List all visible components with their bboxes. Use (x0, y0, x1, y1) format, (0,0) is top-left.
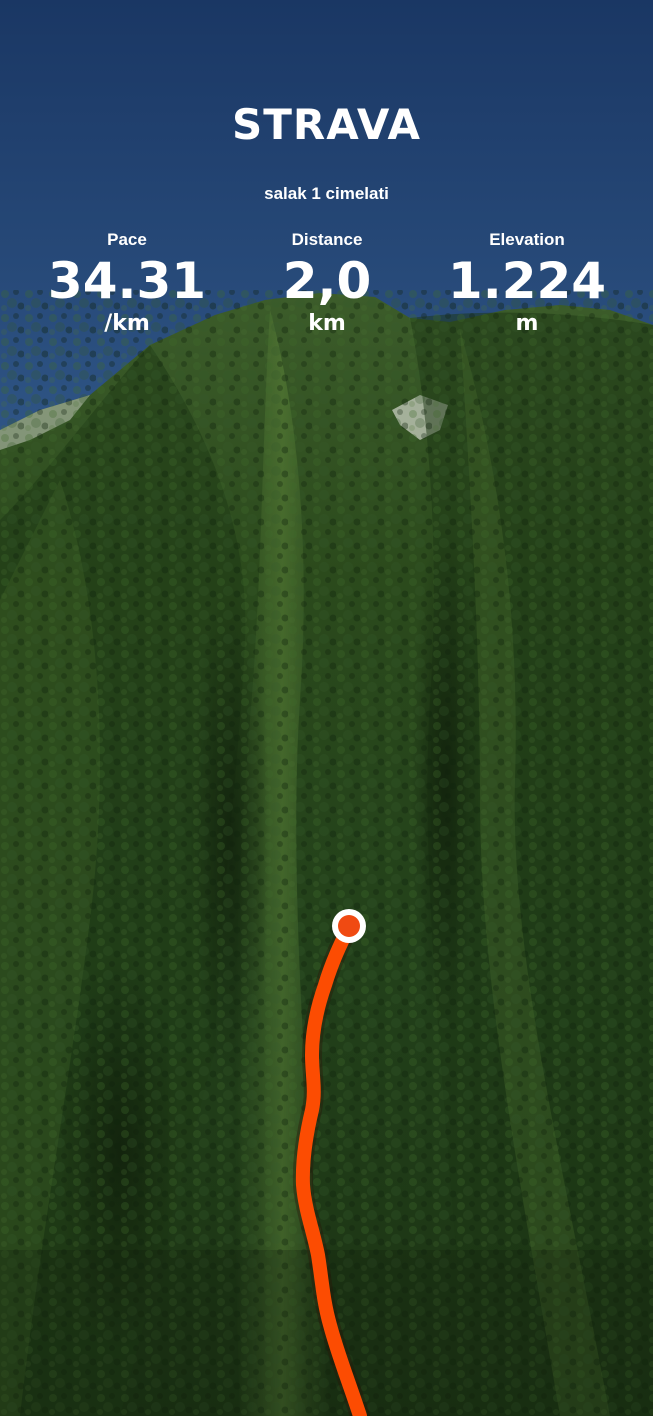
activity-title: salak 1 cimelati (264, 184, 389, 203)
stat-pace-label: Pace (107, 230, 147, 249)
stat-pace: Pace 34.31 /km (27, 228, 227, 338)
stat-pace-unit: /km (104, 311, 150, 336)
stat-distance-unit: km (308, 311, 346, 336)
terrain-3d-map (0, 0, 653, 1416)
stat-elevation-label: Elevation (489, 230, 565, 249)
strava-logo: STRAVA (231, 100, 422, 149)
stat-elevation-unit: m (515, 311, 539, 336)
stat-elevation: Elevation 1.224 m (427, 228, 627, 338)
stat-pace-value: 34.31 (47, 252, 207, 310)
stat-distance-label: Distance (291, 230, 363, 249)
stat-elevation-value: 1.224 (447, 252, 607, 310)
stat-distance-value: 2,0 (282, 252, 372, 310)
end-marker-icon (332, 909, 366, 943)
stat-distance: Distance 2,0 km (227, 228, 427, 338)
activity-share-screen: STRAVA salak 1 cimelati Pace 34.31 /km D… (0, 0, 653, 1416)
